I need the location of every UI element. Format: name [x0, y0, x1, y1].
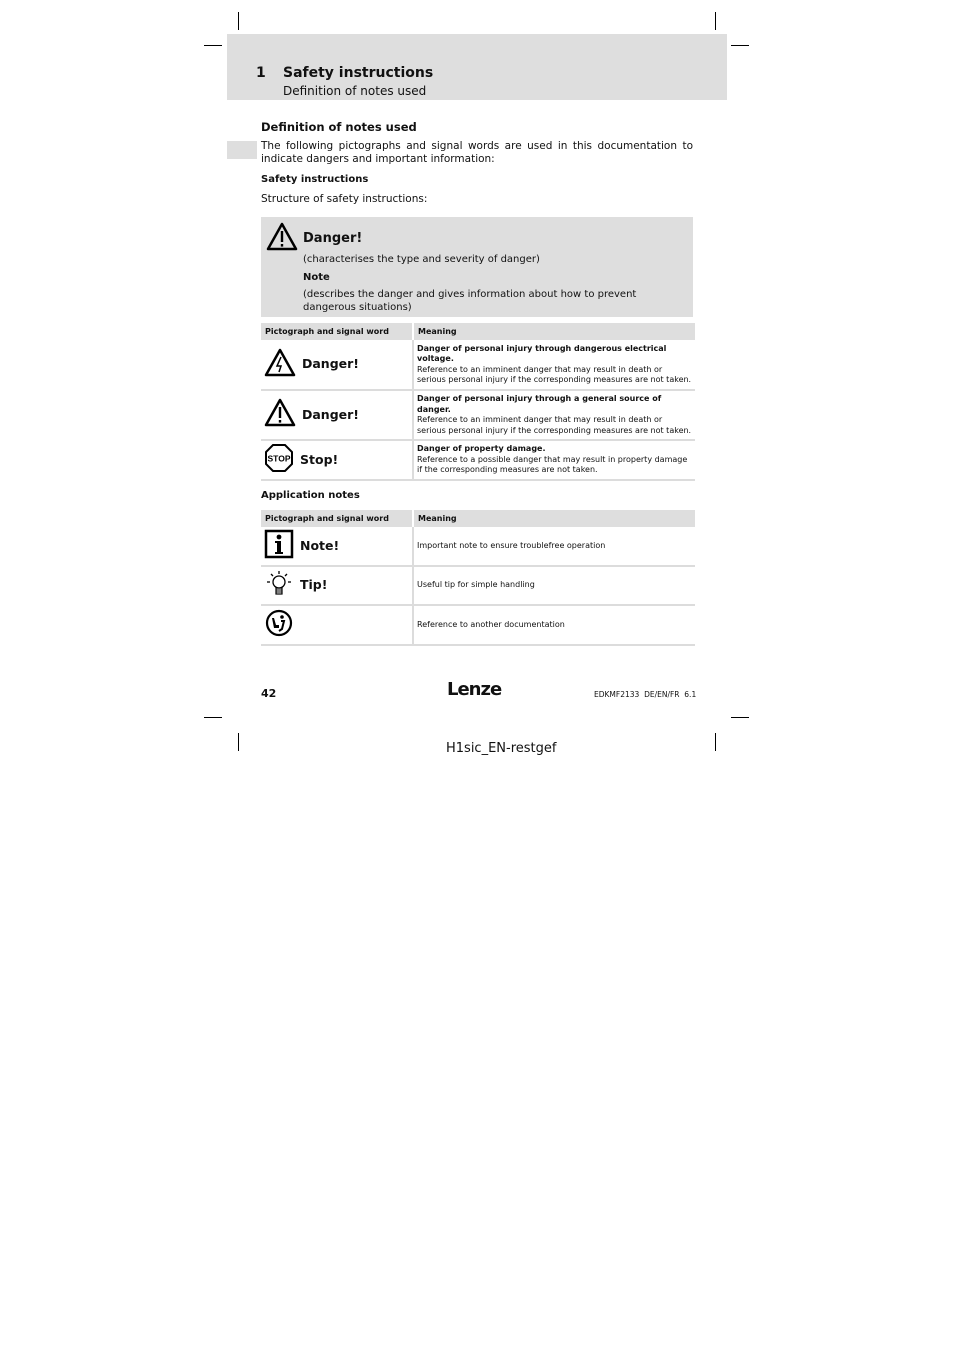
page-number: 42: [261, 687, 277, 700]
meaning-text: Reference to an imminent danger that may…: [417, 364, 692, 385]
crop-mark: [238, 12, 239, 30]
safety-structure-text: Structure of safety instructions:: [261, 193, 428, 205]
table-header-row: Pictograph and signal word Meaning: [261, 323, 695, 340]
application-notes-heading: Application notes: [261, 490, 360, 501]
note-label: Note: [303, 272, 330, 283]
svg-text:STOP: STOP: [268, 454, 291, 464]
meaning-title: Danger of personal injury through danger…: [417, 343, 667, 364]
table-row: Danger! Danger of personal injury throug…: [261, 340, 695, 391]
table-row: Danger! Danger of personal injury throug…: [261, 390, 695, 441]
note-text: (describes the danger and gives informat…: [303, 289, 637, 313]
chapter-subtitle: Definition of notes used: [283, 84, 427, 98]
table-header-row: Pictograph and signal word Meaning: [261, 510, 695, 527]
general-warning-icon: [264, 398, 296, 432]
crop-mark: [731, 45, 749, 46]
stop-icon: STOP: [264, 443, 294, 477]
application-notes-table: Pictograph and signal word Meaning Note!…: [261, 510, 695, 646]
column-header: Pictograph and signal word: [261, 323, 414, 340]
crop-mark: [238, 733, 239, 751]
reference-icon: [264, 608, 294, 642]
electrical-voltage-warning-icon: [264, 348, 296, 382]
crop-mark: [715, 12, 716, 30]
crop-mark: [731, 717, 749, 718]
lenze-logo: Lenze: [447, 679, 502, 700]
meaning-text: Reference to an imminent danger that may…: [417, 415, 692, 435]
section-intro: The following pictographs and signal wor…: [261, 140, 693, 165]
safety-notes-table: Pictograph and signal word Meaning Dange…: [261, 323, 695, 481]
column-header: Pictograph and signal word: [261, 510, 414, 527]
info-icon: [264, 529, 294, 563]
signal-word: Note!: [300, 537, 340, 553]
table-row: Tip! Useful tip for simple handling: [261, 565, 695, 606]
signal-word: Danger!: [303, 231, 363, 246]
danger-type-text: (characterises the type and severity of …: [303, 254, 540, 265]
table-row: STOP Stop! Danger of property damage. Ref…: [261, 440, 695, 481]
warning-triangle-icon: [266, 222, 298, 256]
signal-word: Stop!: [300, 451, 339, 467]
table-row: Reference to another documentation: [261, 605, 695, 646]
signal-word: Danger!: [302, 406, 360, 422]
column-header: Meaning: [413, 323, 695, 340]
meaning-text: Reference to a possible danger that may …: [417, 454, 688, 475]
side-marker: [227, 141, 257, 159]
meaning-text: Important note to ensure troublefree ope…: [413, 527, 695, 567]
signal-word: Danger!: [302, 356, 360, 372]
meaning-title: Danger of property damage.: [417, 444, 546, 453]
safety-structure-box: Danger! (characterises the type and seve…: [261, 217, 693, 317]
column-header: Meaning: [413, 510, 695, 527]
signal-word: Tip!: [300, 577, 328, 592]
chapter-number: 1: [256, 65, 266, 81]
crop-mark: [715, 733, 716, 751]
safety-heading: Safety instructions: [261, 174, 369, 185]
document-id: EDKMF2133 DE/EN/FR 6.1: [594, 690, 697, 699]
section-title: Definition of notes used: [261, 120, 417, 134]
meaning-title: Danger of personal injury through a gene…: [417, 394, 662, 414]
lightbulb-icon: [264, 569, 294, 603]
chapter-title: Safety instructions: [283, 65, 434, 81]
table-row: Note! Important note to ensure troublefr…: [261, 527, 695, 567]
job-name: H1sic_EN-restgef: [446, 741, 557, 756]
meaning-text: Useful tip for simple handling: [413, 565, 695, 606]
meaning-text: Reference to another documentation: [413, 605, 695, 646]
crop-mark: [204, 717, 222, 718]
crop-mark: [204, 45, 222, 46]
